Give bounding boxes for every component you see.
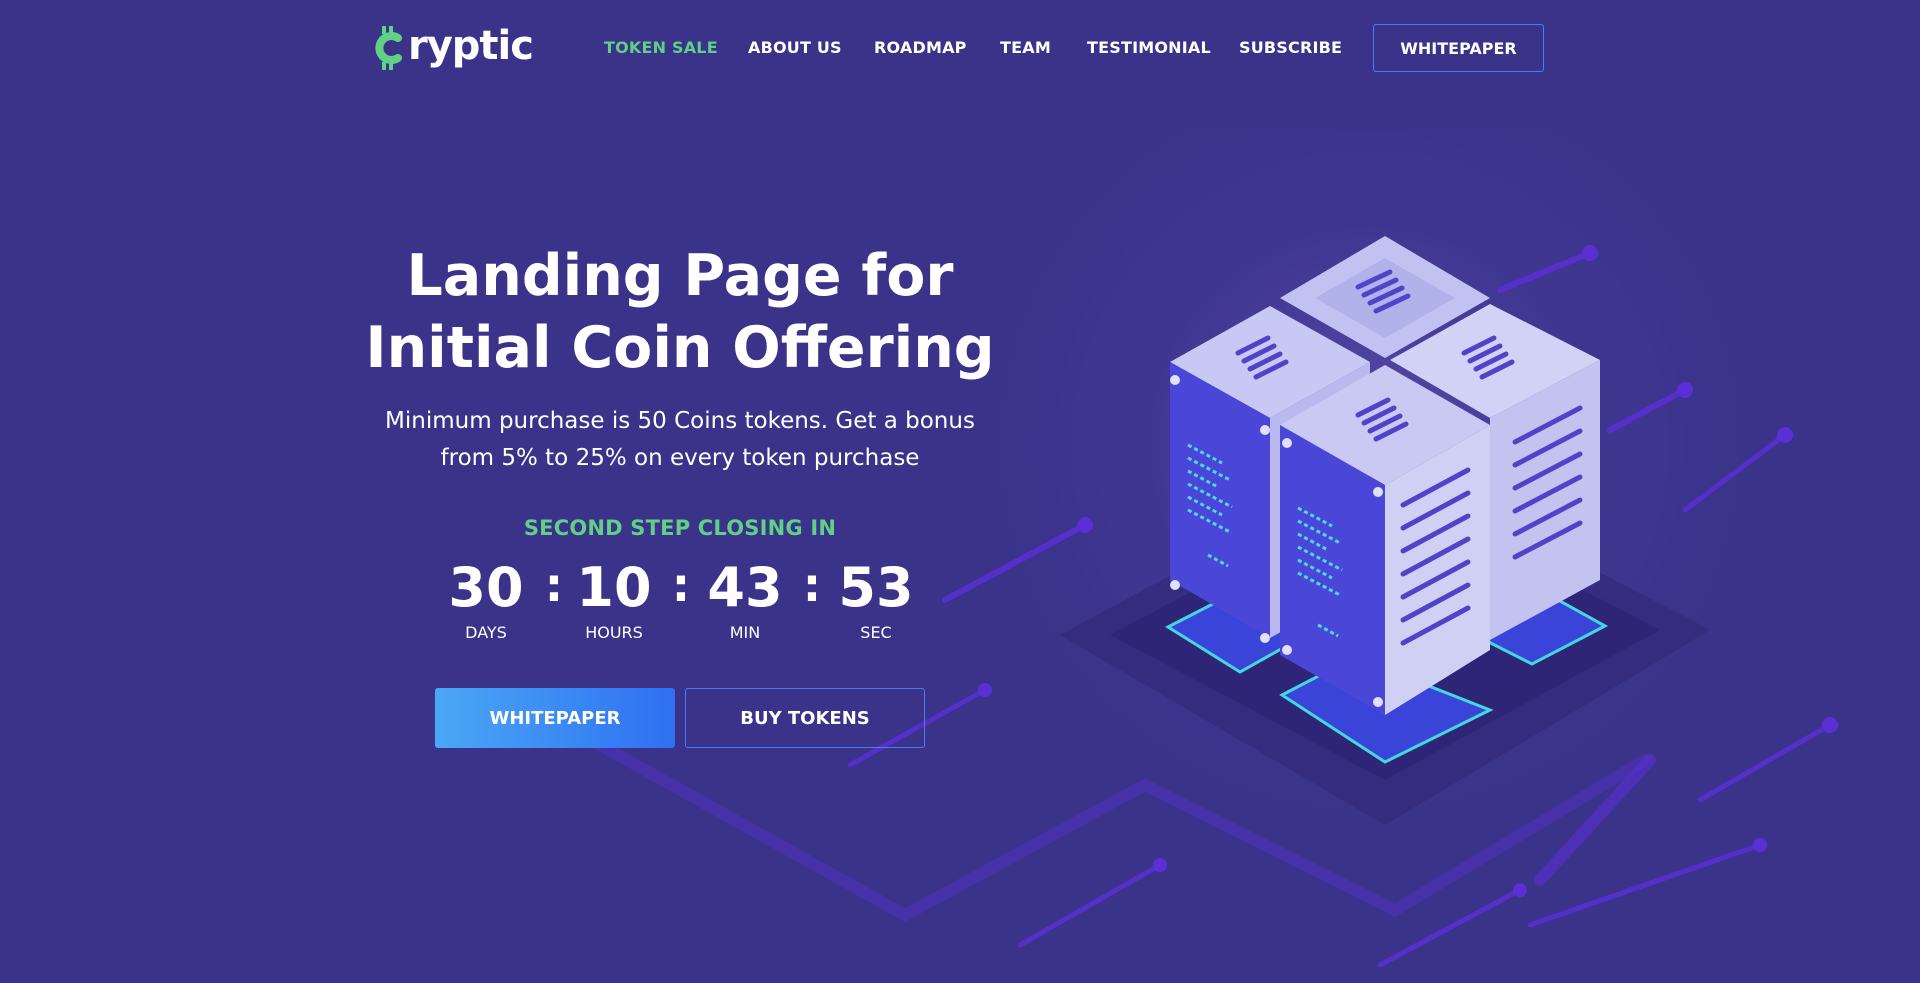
nav-item-subscribe[interactable]: SUBSCRIBE xyxy=(1239,38,1342,57)
countdown-sec-label: SEC xyxy=(860,623,892,642)
buy-tokens-button[interactable]: BUY TOKENS xyxy=(685,688,925,748)
countdown-min-label: MIN xyxy=(729,623,761,642)
nav-item-team[interactable]: TEAM xyxy=(1000,38,1051,57)
countdown-heading: SECOND STEP CLOSING IN xyxy=(523,516,837,540)
hero-title-line-2: Initial Coin Offering xyxy=(365,315,995,381)
header-whitepaper-button[interactable]: WHITEPAPER xyxy=(1373,24,1544,72)
countdown-sec-value: 53 xyxy=(838,556,914,619)
hero-subtitle-line-2: from 5% to 25% on every token purchase xyxy=(440,445,920,471)
hero-subtitle-line-1: Minimum purchase is 50 Coins tokens. Get… xyxy=(385,408,975,434)
hero-subtitle: Minimum purchase is 50 Coins tokens. Get… xyxy=(340,403,1020,477)
countdown-separator: : xyxy=(671,558,691,612)
nav-item-roadmap[interactable]: ROADMAP xyxy=(874,38,967,57)
hero-title-line-1: Landing Page for xyxy=(406,243,954,309)
countdown-min-value: 43 xyxy=(707,556,783,619)
isometric-server-racks-illustration xyxy=(1060,236,1710,825)
whitepaper-button[interactable]: WHITEPAPER xyxy=(435,688,675,748)
countdown-hours-label: HOURS xyxy=(585,623,643,642)
logo-wordmark: ryptic xyxy=(408,23,534,69)
countdown-separator: : xyxy=(802,558,822,612)
nav-item-testimonial[interactable]: TESTIMONIAL xyxy=(1087,38,1211,57)
nav-item-about-us[interactable]: ABOUT US xyxy=(748,38,842,57)
countdown-hours-value: 10 xyxy=(576,556,652,619)
countdown-days-value: 30 xyxy=(448,556,524,619)
brand-logo[interactable]: ryptic xyxy=(374,22,534,74)
hero-title: Landing Page for Initial Coin Offering xyxy=(330,240,1030,384)
bitcoin-c-icon xyxy=(375,26,402,70)
countdown-days-label: DAYS xyxy=(465,623,507,642)
nav-item-token-sale[interactable]: TOKEN SALE xyxy=(604,38,718,57)
